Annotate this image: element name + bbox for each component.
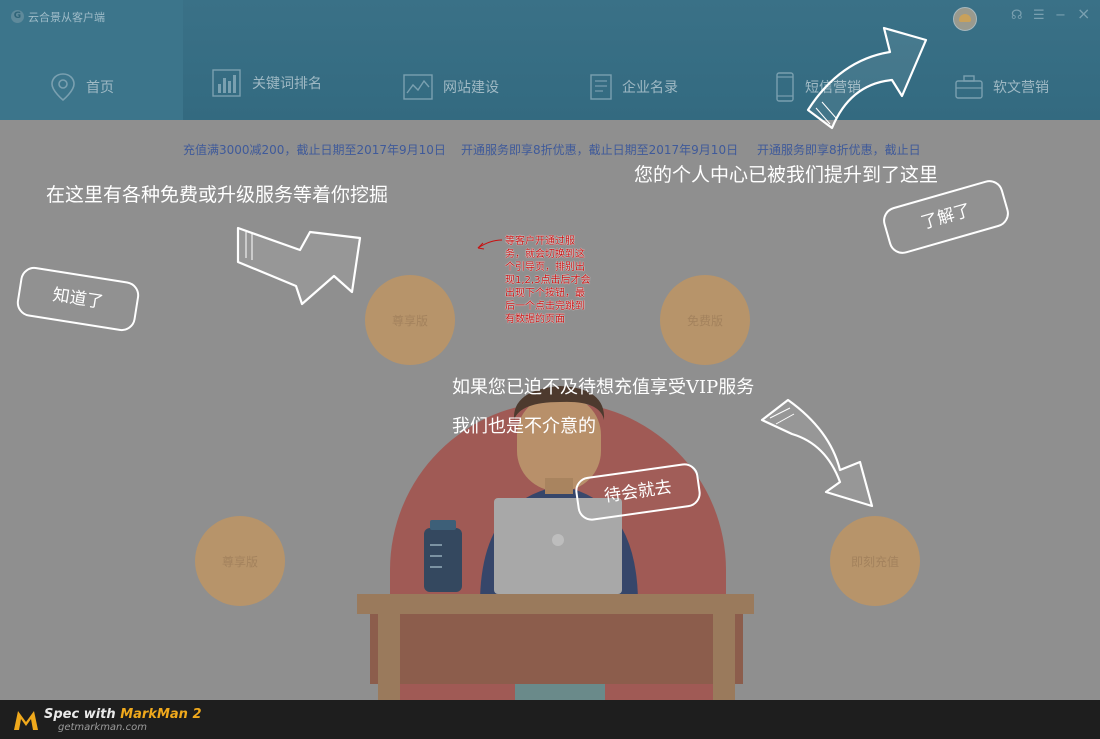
guide-text-vip-line1: 如果您已迫不及待想充值享受VIP服务 bbox=[452, 377, 755, 398]
arrow-up-right-icon bbox=[806, 26, 928, 130]
arrow-down-right-icon bbox=[236, 226, 362, 306]
markman-url: getmarkman.com bbox=[58, 722, 147, 733]
guide-text-vip-line2: 我们也是不介意的 bbox=[452, 416, 596, 437]
guide-arrows bbox=[236, 26, 928, 508]
arrow-down-icon bbox=[760, 398, 874, 508]
designer-annotation: 等客户开通过服务，就会切换到这个引导页，排别出现1,2,3点击后才会出现下个按钮… bbox=[505, 236, 591, 325]
markman-logo-icon bbox=[14, 711, 38, 730]
markman-tagline: Spec with MarkMan 2 bbox=[44, 707, 202, 722]
guide-text-profile: 您的个人中心已被我们提升到了这里 bbox=[634, 164, 939, 186]
markman-footer: Spec with MarkMan 2 getmarkman.com bbox=[0, 700, 1100, 739]
guide-text-free-services: 在这里有各种免费或升级服务等着你挖掘 bbox=[46, 184, 389, 206]
